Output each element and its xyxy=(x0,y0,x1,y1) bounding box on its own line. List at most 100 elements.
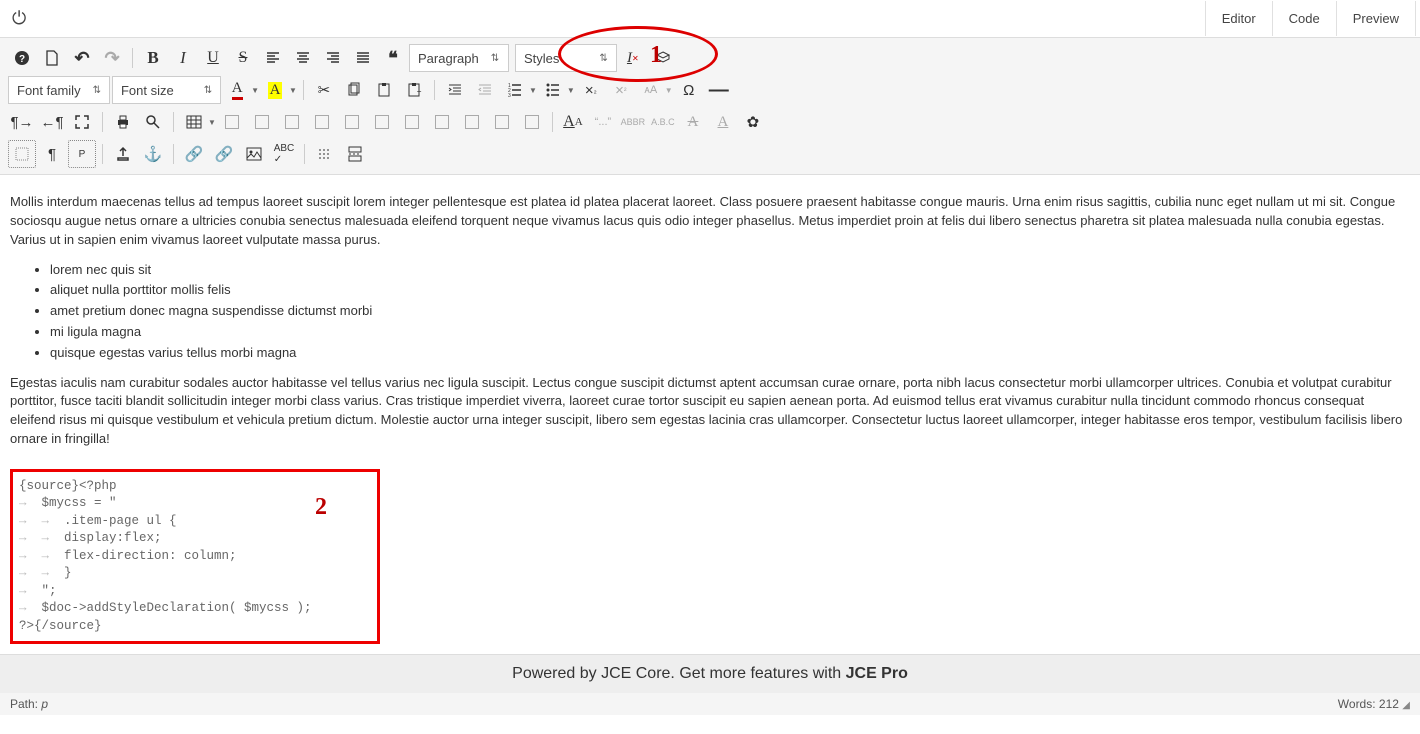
path-element[interactable]: p xyxy=(41,697,48,711)
table-cell-props-icon[interactable] xyxy=(278,108,306,136)
bullet-list-icon[interactable] xyxy=(539,76,567,104)
readmore-icon[interactable] xyxy=(311,140,339,168)
copy-icon[interactable] xyxy=(340,76,368,104)
font-family-dropdown[interactable]: Font family⇅ xyxy=(8,76,110,104)
link-icon[interactable]: 🔗 xyxy=(180,140,208,168)
style-text-icon[interactable]: AA xyxy=(559,108,587,136)
svg-text:3: 3 xyxy=(508,93,511,98)
font-size-dropdown[interactable]: Font size⇅ xyxy=(112,76,221,104)
toolbar: 1 ? ↶ ↷ B I U S ❝ Paragraph⇅ Styles⇅ I✕ … xyxy=(0,38,1420,175)
table-col-before-icon[interactable] xyxy=(398,108,426,136)
svg-text:?: ? xyxy=(19,54,25,65)
status-path[interactable]: Path: p xyxy=(10,697,48,711)
top-tabs: Editor Code Preview xyxy=(1205,1,1416,36)
table-delete-row-icon[interactable] xyxy=(368,108,396,136)
text-color-icon[interactable]: A xyxy=(223,76,251,104)
del-icon[interactable]: A xyxy=(679,108,707,136)
ltr-icon[interactable]: ¶→ xyxy=(8,108,36,136)
subscript-icon[interactable]: ×₂ xyxy=(577,76,605,104)
rtl-icon[interactable]: ←¶ xyxy=(38,108,66,136)
tab-code[interactable]: Code xyxy=(1272,1,1336,36)
settings-icon[interactable]: ✿ xyxy=(739,108,767,136)
editor-content[interactable]: Mollis interdum maecenas tellus ad tempu… xyxy=(0,175,1420,654)
footer-pro-link[interactable]: JCE Pro xyxy=(846,665,908,682)
footer-text: Powered by JCE Core. Get more features w… xyxy=(512,665,845,682)
charmap-icon[interactable]: Ω xyxy=(675,76,703,104)
source-code-box[interactable]: 2 {source}<?php → $mycss = " → → .item-p… xyxy=(10,469,380,645)
hr-icon[interactable]: — xyxy=(705,76,733,104)
case-icon[interactable]: ᴀA xyxy=(637,76,665,104)
tab-preview[interactable]: Preview xyxy=(1336,1,1416,36)
toolbar-row-1: ? ↶ ↷ B I U S ❝ Paragraph⇅ Styles⇅ I✕ xyxy=(8,42,1412,74)
align-right-icon[interactable] xyxy=(319,44,347,72)
tab-editor[interactable]: Editor xyxy=(1205,1,1272,36)
bold-icon[interactable]: B xyxy=(139,44,167,72)
spellcheck-icon[interactable]: ABC✓ xyxy=(270,140,298,168)
outdent-icon[interactable] xyxy=(471,76,499,104)
fullscreen-icon[interactable] xyxy=(68,108,96,136)
paste-text-icon[interactable]: T xyxy=(400,76,428,104)
image-icon[interactable] xyxy=(240,140,268,168)
status-words: Words: 212 ◢ xyxy=(1338,697,1410,711)
redo-icon[interactable]: ↷ xyxy=(98,44,126,72)
align-left-icon[interactable] xyxy=(259,44,287,72)
content-paragraph-1[interactable]: Mollis interdum maecenas tellus ad tempu… xyxy=(10,193,1410,250)
numbered-list-icon[interactable]: 123 xyxy=(501,76,529,104)
resize-grip-icon[interactable]: ◢ xyxy=(1402,700,1410,711)
power-icon[interactable]: ⏻ xyxy=(4,4,34,33)
table-icon[interactable] xyxy=(180,108,208,136)
undo-icon[interactable]: ↶ xyxy=(68,44,96,72)
superscript-icon[interactable]: ×² xyxy=(607,76,635,104)
footer-promo: Powered by JCE Core. Get more features w… xyxy=(0,654,1420,693)
blockquote-icon[interactable]: ❝ xyxy=(379,44,407,72)
cleanup-icon[interactable] xyxy=(649,44,677,72)
content-list[interactable]: lorem nec quis sit aliquet nulla porttit… xyxy=(50,260,1410,364)
table-delete-col-icon[interactable] xyxy=(458,108,486,136)
align-justify-icon[interactable] xyxy=(349,44,377,72)
list-item[interactable]: lorem nec quis sit xyxy=(50,260,1410,281)
quote-style-icon[interactable]: “...” xyxy=(589,108,617,136)
pagebreak-icon[interactable] xyxy=(341,140,369,168)
toolbar-row-2: Font family⇅ Font size⇅ A▼ A▼ ✂ T 123▼ ▼… xyxy=(8,74,1412,106)
abbr-icon[interactable]: ABBR xyxy=(619,108,647,136)
visual-blocks-icon[interactable]: P xyxy=(68,140,96,168)
cut-icon[interactable]: ✂ xyxy=(310,76,338,104)
show-blocks-icon[interactable] xyxy=(8,140,36,168)
table-merge-icon[interactable] xyxy=(488,108,516,136)
table-col-after-icon[interactable] xyxy=(428,108,456,136)
acronym-icon[interactable]: A.B.C xyxy=(649,108,677,136)
top-bar: ⏻ Editor Code Preview xyxy=(0,0,1420,38)
upload-icon[interactable] xyxy=(109,140,137,168)
content-paragraph-2[interactable]: Egestas iaculis nam curabitur sodales au… xyxy=(10,374,1410,449)
unlink-icon[interactable]: 🔗 xyxy=(210,140,238,168)
list-item[interactable]: mi ligula magna xyxy=(50,322,1410,343)
underline-icon[interactable]: U xyxy=(199,44,227,72)
align-center-icon[interactable] xyxy=(289,44,317,72)
ins-icon[interactable]: A xyxy=(709,108,737,136)
visual-chars-icon[interactable]: ¶ xyxy=(38,140,66,168)
styles-dropdown[interactable]: Styles⇅ xyxy=(515,44,617,72)
table-row-after-icon[interactable] xyxy=(338,108,366,136)
search-icon[interactable] xyxy=(139,108,167,136)
table-row-before-icon[interactable] xyxy=(308,108,336,136)
toolbar-row-3: ¶→ ←¶ ▼ AA “...” ABBR A.B.C A A ✿ xyxy=(8,106,1412,138)
paste-icon[interactable] xyxy=(370,76,398,104)
newdoc-icon[interactable] xyxy=(38,44,66,72)
indent-icon[interactable] xyxy=(441,76,469,104)
source-code-text: {source}<?php → $mycss = " → → .item-pag… xyxy=(19,478,371,636)
bg-color-icon[interactable]: A xyxy=(261,76,289,104)
list-item[interactable]: aliquet nulla porttitor mollis felis xyxy=(50,280,1410,301)
svg-text:T: T xyxy=(417,91,422,98)
anchor-icon[interactable]: ⚓ xyxy=(139,140,167,168)
table-split-icon[interactable] xyxy=(518,108,546,136)
strikethrough-icon[interactable]: S xyxy=(229,44,257,72)
print-icon[interactable] xyxy=(109,108,137,136)
italic-icon[interactable]: I xyxy=(169,44,197,72)
list-item[interactable]: quisque egestas varius tellus morbi magn… xyxy=(50,343,1410,364)
table-delete-icon[interactable] xyxy=(218,108,246,136)
clear-format-icon[interactable]: I✕ xyxy=(619,44,647,72)
list-item[interactable]: amet pretium donec magna suspendisse dic… xyxy=(50,301,1410,322)
help-icon[interactable]: ? xyxy=(8,44,36,72)
table-row-props-icon[interactable] xyxy=(248,108,276,136)
format-dropdown[interactable]: Paragraph⇅ xyxy=(409,44,509,72)
